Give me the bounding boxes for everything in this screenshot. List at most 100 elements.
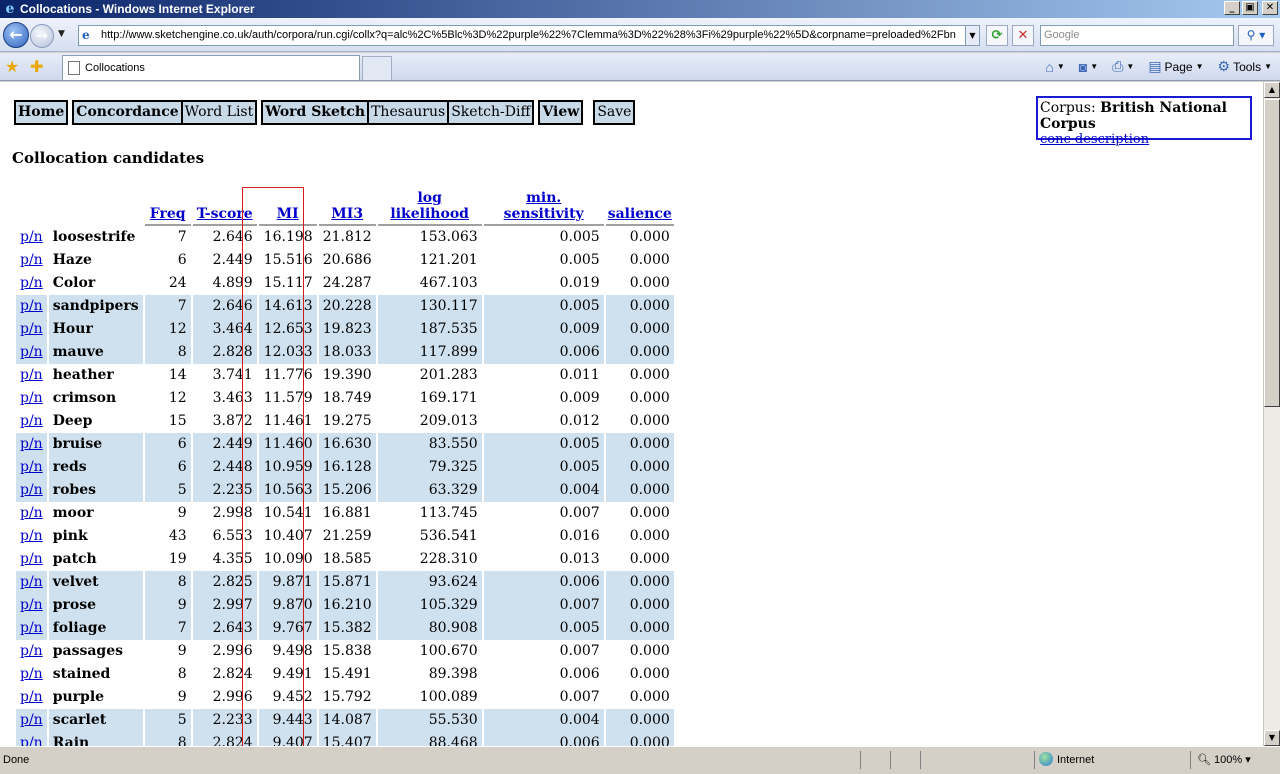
back-button[interactable]: ← bbox=[3, 22, 29, 48]
pn-link[interactable]: p/n bbox=[20, 229, 43, 245]
tools-menu[interactable]: ⚙ Tools ▼ bbox=[1218, 58, 1273, 75]
minimize-button[interactable]: _ bbox=[1224, 1, 1240, 15]
conc-description-link[interactable]: conc description bbox=[1040, 132, 1250, 147]
gear-icon: ⚙ bbox=[1217, 58, 1231, 74]
pn-link[interactable]: p/n bbox=[20, 505, 43, 521]
nav-word-list-button[interactable]: Word List bbox=[182, 100, 258, 125]
tab-collocations[interactable]: Collocations bbox=[62, 55, 360, 80]
nav-sketch-diff-button[interactable]: Sketch-Diff bbox=[449, 100, 535, 125]
nav-concordance-button[interactable]: Concordance bbox=[72, 100, 183, 125]
pn-link[interactable]: p/n bbox=[20, 666, 43, 682]
pn-link[interactable]: p/n bbox=[20, 252, 43, 268]
pn-link[interactable]: p/n bbox=[20, 275, 43, 291]
cell-salience: 0.000 bbox=[629, 252, 670, 268]
cell-freq: 6 bbox=[144, 456, 191, 479]
pn-link[interactable]: p/n bbox=[20, 574, 43, 590]
cell-tscore: 4.355 bbox=[212, 551, 253, 567]
search-button[interactable]: ⚲ ▾ bbox=[1238, 25, 1274, 46]
home-command[interactable]: ⌂ ▼ bbox=[1045, 59, 1064, 75]
pn-link[interactable]: p/n bbox=[20, 413, 43, 429]
scroll-thumb[interactable] bbox=[1264, 99, 1280, 407]
pn-link[interactable]: p/n bbox=[20, 620, 43, 636]
cell-freq: 19 bbox=[168, 551, 187, 567]
printer-icon: ⎙ bbox=[1112, 58, 1124, 74]
collocate-word: reds bbox=[48, 456, 143, 479]
security-zone[interactable]: Internet bbox=[1034, 751, 1184, 769]
collocate-word: sandpipers bbox=[48, 295, 143, 318]
zoom-control[interactable]: 🔍︎ 100% ▾ bbox=[1190, 751, 1270, 769]
pn-link[interactable]: p/n bbox=[20, 367, 43, 383]
pn-link[interactable]: p/n bbox=[20, 459, 43, 475]
header-mi[interactable]: MI bbox=[258, 190, 317, 226]
print-command[interactable]: ⎙ ▼ bbox=[1112, 58, 1134, 75]
chevron-down-icon: ▾ bbox=[1245, 754, 1251, 766]
pn-link[interactable]: p/n bbox=[20, 390, 43, 406]
header-min-sensitivity[interactable]: min. sensitivity bbox=[483, 190, 604, 226]
stop-button[interactable]: ✕ bbox=[1012, 25, 1034, 46]
vertical-scrollbar[interactable]: ▲ ▼ bbox=[1263, 82, 1280, 746]
cell-tscore: 2.825 bbox=[192, 571, 257, 594]
cell-salience: 0.000 bbox=[605, 594, 674, 617]
maximize-button[interactable]: ▣ bbox=[1242, 1, 1258, 15]
cell-mi: 10.090 bbox=[263, 551, 313, 567]
pn-link[interactable]: p/n bbox=[20, 689, 43, 705]
nav-word-sketch-button[interactable]: Word Sketch bbox=[261, 100, 370, 125]
header-mi3[interactable]: MI3 bbox=[318, 190, 376, 226]
feeds-command[interactable]: ◙ ▼ bbox=[1079, 59, 1098, 75]
refresh-button[interactable]: ⟳ bbox=[986, 25, 1008, 46]
nav-view-button[interactable]: View bbox=[538, 100, 584, 125]
header-freq[interactable]: Freq bbox=[144, 190, 191, 226]
address-toolbar: ← → ▼ http://www.sketchengine.co.uk/auth… bbox=[0, 18, 1280, 52]
cell-tscore: 2.235 bbox=[192, 479, 257, 502]
pn-link[interactable]: p/n bbox=[20, 298, 43, 314]
pn-link[interactable]: p/n bbox=[20, 344, 43, 360]
cell-salience: 0.000 bbox=[605, 318, 674, 341]
pn-link[interactable]: p/n bbox=[20, 712, 43, 728]
cell-loglik: 130.117 bbox=[377, 295, 482, 318]
address-dropdown-icon[interactable]: ▼ bbox=[965, 26, 979, 45]
collocate-word: stained bbox=[52, 666, 111, 682]
add-favorites-icon[interactable]: ✚ bbox=[30, 57, 43, 76]
cell-mi3: 18.585 bbox=[322, 551, 372, 567]
new-tab-button[interactable] bbox=[362, 56, 392, 80]
cell-freq: 6 bbox=[177, 252, 187, 268]
history-dropdown-icon[interactable]: ▼ bbox=[58, 29, 65, 39]
cell-minsens: 0.005 bbox=[483, 295, 604, 318]
pn-link[interactable]: p/n bbox=[20, 735, 43, 746]
cell-mi3: 20.228 bbox=[318, 295, 376, 318]
cell-freq: 5 bbox=[144, 709, 191, 732]
cell-mi3: 14.087 bbox=[318, 709, 376, 732]
forward-button[interactable]: → bbox=[30, 24, 54, 48]
pn-link[interactable]: p/n bbox=[20, 321, 43, 337]
table-row: p/n stained 8 2.824 9.491 15.491 89.398 0.006 0.… bbox=[16, 663, 674, 686]
cell-loglik: 169.171 bbox=[419, 390, 478, 406]
pn-link[interactable]: p/n bbox=[20, 528, 43, 544]
favorites-star-icon[interactable]: ★ bbox=[5, 57, 19, 76]
page-menu-label: Page bbox=[1164, 59, 1193, 74]
cell-loglik: 63.329 bbox=[377, 479, 482, 502]
address-input[interactable]: http://www.sketchengine.co.uk/auth/corpo… bbox=[78, 25, 980, 46]
cell-tscore: 3.741 bbox=[212, 367, 253, 383]
cell-mi3: 19.823 bbox=[318, 318, 376, 341]
cell-freq: 12 bbox=[144, 318, 191, 341]
cell-mi3: 19.275 bbox=[322, 413, 372, 429]
close-button[interactable]: ✕ bbox=[1262, 1, 1278, 15]
pn-link[interactable]: p/n bbox=[20, 551, 43, 567]
nav-save-button[interactable]: Save bbox=[593, 100, 636, 125]
nav-thesaurus-button[interactable]: Thesaurus bbox=[369, 100, 450, 125]
header-log-likelihood[interactable]: log likelihood bbox=[377, 190, 482, 226]
header-tscore[interactable]: T-score bbox=[192, 190, 257, 226]
pn-link[interactable]: p/n bbox=[20, 482, 43, 498]
scroll-up-icon[interactable]: ▲ bbox=[1264, 82, 1280, 98]
cell-mi3: 16.128 bbox=[318, 456, 376, 479]
nav-home-button[interactable]: Home bbox=[14, 100, 69, 125]
pn-link[interactable]: p/n bbox=[20, 597, 43, 613]
page-menu[interactable]: ▤ Page ▼ bbox=[1148, 58, 1203, 75]
scroll-down-icon[interactable]: ▼ bbox=[1264, 730, 1280, 746]
pn-link[interactable]: p/n bbox=[20, 436, 43, 452]
table-row: p/n reds 6 2.448 10.959 16.128 79.325 0.005 0.00… bbox=[16, 456, 674, 479]
pn-cell: p/n bbox=[16, 364, 47, 387]
header-salience[interactable]: salience bbox=[605, 190, 674, 226]
pn-link[interactable]: p/n bbox=[20, 643, 43, 659]
search-input[interactable]: Google bbox=[1040, 25, 1234, 46]
